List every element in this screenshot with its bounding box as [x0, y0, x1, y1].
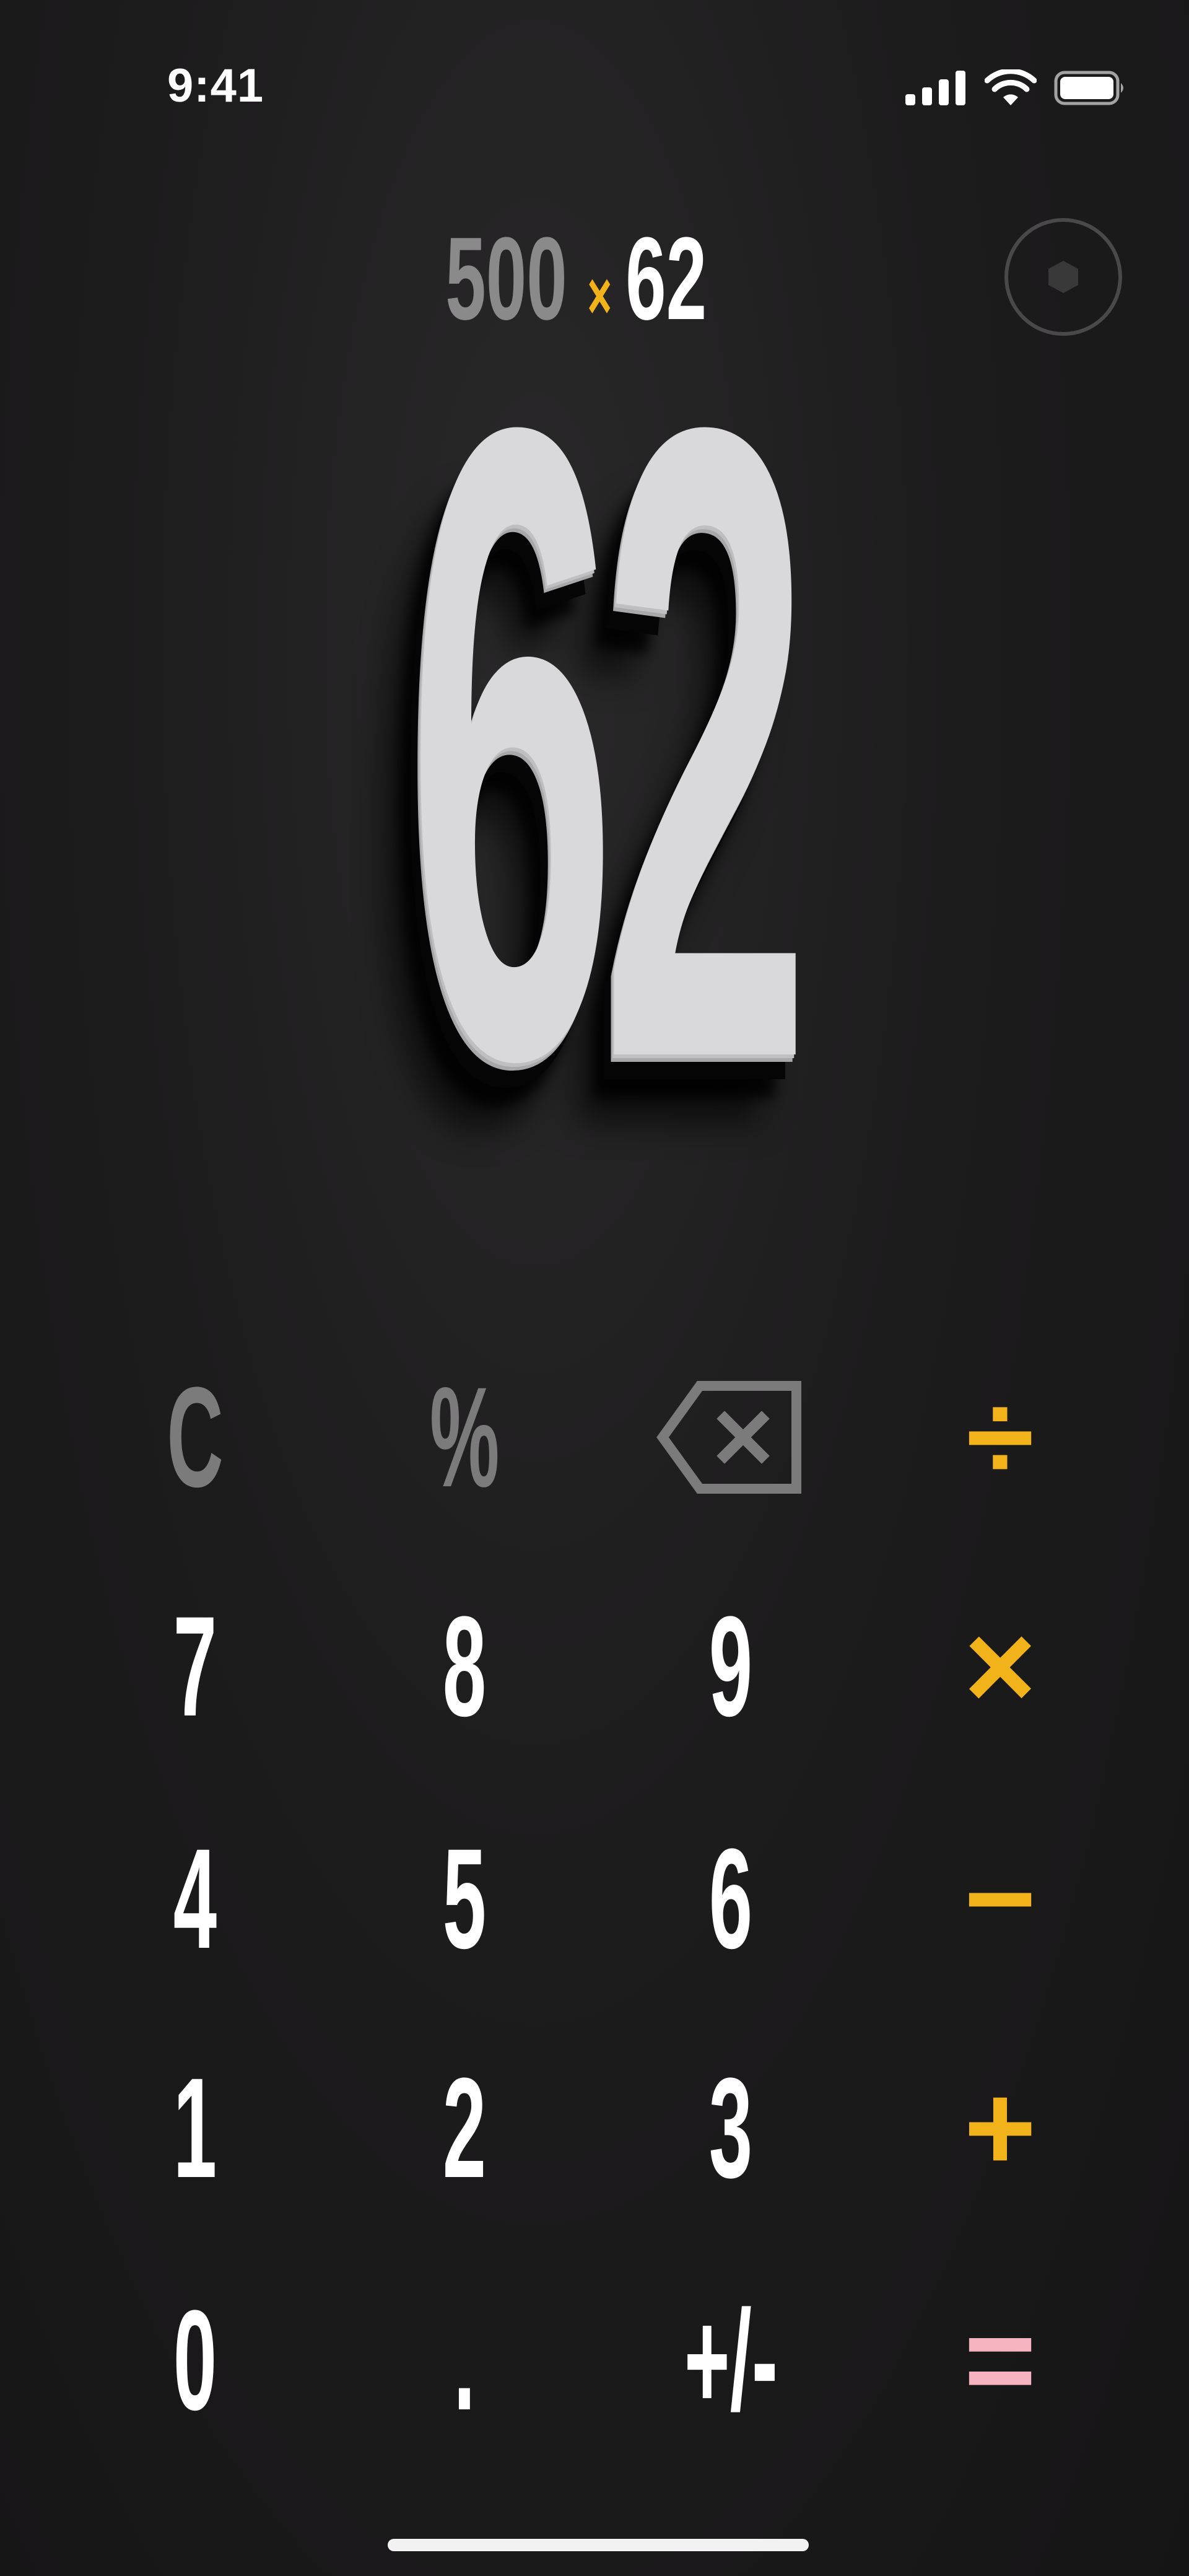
digit-2-button[interactable]: 2: [353, 2035, 576, 2221]
status-icons: [905, 69, 1127, 107]
backspace-icon: [656, 1378, 805, 1496]
subtract-button[interactable]: −: [889, 1806, 1112, 1992]
digit-5-label: 5: [442, 1819, 487, 1978]
clear-button[interactable]: C: [84, 1344, 307, 1530]
divide-button[interactable]: ÷: [889, 1344, 1112, 1530]
backspace-button[interactable]: [619, 1344, 842, 1530]
toggle-sign-label: +/-: [684, 2280, 778, 2440]
multiply-label: ×: [964, 1597, 1037, 1735]
digit-8-button[interactable]: 8: [353, 1574, 576, 1759]
digit-6-label: 6: [708, 1819, 753, 1978]
digit-9-label: 9: [708, 1587, 753, 1746]
divide-label: ÷: [966, 1368, 1034, 1506]
digit-8-label: 8: [442, 1587, 487, 1746]
digit-4-button[interactable]: 4: [84, 1806, 307, 1992]
hexagon-icon: [1047, 260, 1079, 294]
clear-label: C: [167, 1357, 224, 1517]
decimal-label: .: [453, 2280, 476, 2440]
digit-6-button[interactable]: 6: [619, 1806, 842, 1992]
digit-7-button[interactable]: 7: [84, 1574, 307, 1759]
keypad: C % ÷ 7 8 9 × 4 5 6 − 1 2 3 + 0 . +/- =: [0, 1344, 1189, 2484]
equals-button[interactable]: =: [889, 2267, 1112, 2453]
battery-icon: [1054, 71, 1127, 105]
percent-label: %: [429, 1357, 500, 1517]
equals-label: =: [964, 2291, 1037, 2429]
digit-2-label: 2: [442, 2048, 487, 2207]
add-label: +: [964, 2059, 1037, 2197]
digit-7-label: 7: [173, 1587, 217, 1746]
digit-3-button[interactable]: 3: [619, 2035, 842, 2221]
calculator-screen: 9:41 500 × 62 62 C % ÷ 7 8 9 × 4 5 6 − 1…: [0, 0, 1189, 2576]
signal-icon: [905, 71, 967, 105]
digit-0-label: 0: [173, 2280, 217, 2440]
toggle-sign-button[interactable]: +/-: [619, 2267, 842, 2453]
settings-button[interactable]: [1004, 218, 1122, 336]
percent-button[interactable]: %: [353, 1344, 576, 1530]
result-value: 62: [406, 242, 811, 1245]
add-button[interactable]: +: [889, 2035, 1112, 2221]
multiply-button[interactable]: ×: [889, 1574, 1112, 1759]
digit-4-label: 4: [173, 1819, 217, 1978]
wifi-icon: [985, 69, 1037, 107]
digit-3-label: 3: [708, 2048, 753, 2207]
digit-1-label: 1: [173, 2048, 217, 2207]
result-display: 62: [0, 242, 1189, 1245]
digit-1-button[interactable]: 1: [84, 2035, 307, 2221]
status-time: 9:41: [167, 59, 264, 112]
subtract-label: −: [964, 1829, 1037, 1968]
decimal-button[interactable]: .: [353, 2267, 576, 2453]
digit-0-button[interactable]: 0: [84, 2267, 307, 2453]
home-indicator[interactable]: [388, 2539, 809, 2551]
digit-9-button[interactable]: 9: [619, 1574, 842, 1759]
digit-5-button[interactable]: 5: [353, 1806, 576, 1992]
status-bar: 9:41: [0, 0, 1189, 186]
